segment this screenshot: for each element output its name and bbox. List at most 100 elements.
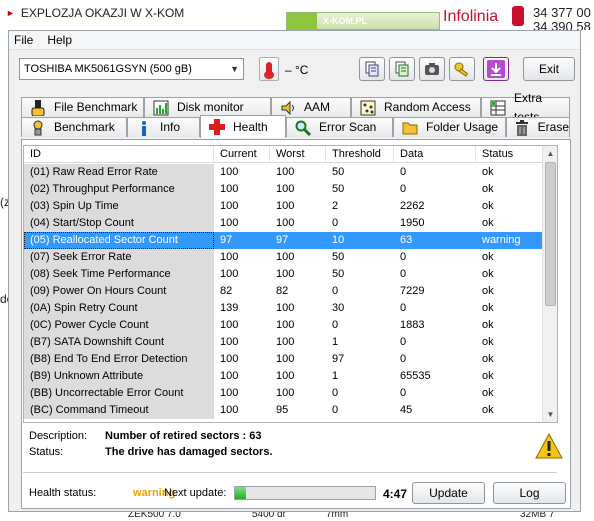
table-row[interactable]: (09) Power On Hours Count 82 82 0 7229 ok	[24, 283, 544, 300]
table-cell: ok	[482, 166, 494, 178]
banner-text: X-KOM.PL	[323, 16, 367, 26]
table-cell: ok	[482, 200, 494, 212]
tab-error-scan[interactable]: Error Scan	[286, 117, 393, 137]
table-cell: 100	[220, 336, 239, 348]
copy-button[interactable]	[359, 57, 385, 81]
exit-button[interactable]: Exit	[523, 57, 575, 81]
table-row[interactable]: (B9) Unknown Attribute 100 100 1 65535 ok	[24, 368, 544, 385]
tab-info[interactable]: Info	[127, 117, 200, 137]
column-header-status[interactable]: Status	[476, 146, 544, 163]
table-cell: 139	[220, 302, 239, 314]
table-cell: 1	[332, 370, 339, 382]
tab-health[interactable]: Health	[200, 115, 286, 138]
tab-label: File Benchmark	[54, 100, 138, 114]
table-cell: (B7) SATA Downshift Count	[24, 334, 214, 351]
tab-disk-monitor[interactable]: Disk monitor	[144, 97, 271, 117]
tab-aam[interactable]: AAM	[271, 97, 351, 117]
table-row[interactable]: (07) Seek Error Rate 100 100 50 0 ok	[24, 249, 544, 266]
file-benchmark-icon	[30, 99, 46, 116]
copy-icon	[365, 61, 379, 77]
table-cell: ok	[482, 353, 494, 365]
table-cell: 0	[400, 302, 407, 314]
scrollbar-thumb[interactable]	[545, 162, 556, 306]
copy-all-button[interactable]	[389, 57, 415, 81]
tab-label: Benchmark	[54, 120, 115, 134]
key-icon	[454, 62, 469, 77]
disk-monitor-icon	[153, 100, 169, 116]
column-header-worst[interactable]: Worst	[270, 146, 326, 163]
tab-erase[interactable]: Erase	[506, 117, 570, 137]
table-row[interactable]: (0A) Spin Retry Count 139 100 30 0 ok	[24, 300, 544, 317]
vertical-scrollbar[interactable]: ▲ ▼	[542, 146, 557, 422]
table-cell: 100	[276, 319, 295, 331]
phone-number-1: 34 377 00	[533, 5, 591, 20]
background-right-strip	[580, 30, 594, 510]
table-cell: ok	[482, 268, 494, 280]
promo-text: EXPLOZJA OKAZJI W X-KOM	[20, 6, 185, 20]
table-cell: 1950	[400, 217, 425, 229]
table-row[interactable]: (BB) Uncorrectable Error Count 100 100 0 0 ok	[24, 385, 544, 402]
background-header: ► EXPLOZJA OKAZJI W X-KOM X-KOM.PL Infol…	[0, 0, 594, 34]
scroll-down-icon[interactable]: ▼	[543, 407, 557, 422]
tab-benchmark[interactable]: Benchmark	[21, 117, 127, 137]
table-cell: 100	[220, 166, 239, 178]
table-cell: (05) Reallocated Sector Count	[24, 232, 214, 249]
download-icon	[487, 60, 505, 78]
background-bottom-text: ZEK500 7.0	[128, 512, 181, 520]
update-button[interactable]: Update	[412, 482, 485, 504]
table-cell: 100	[276, 302, 295, 314]
log-button[interactable]: Log	[493, 482, 566, 504]
screenshot-button[interactable]	[419, 57, 445, 81]
health-cross-icon	[209, 119, 225, 135]
table-cell: (B9) Unknown Attribute	[24, 368, 214, 385]
background-bottom-text: 32MB 7	[520, 512, 555, 520]
table-cell: ok	[482, 302, 494, 314]
table-cell: 100	[220, 387, 239, 399]
column-header-threshold[interactable]: Threshold	[326, 146, 394, 163]
table-row[interactable]: (01) Raw Read Error Rate 100 100 50 0 ok	[24, 164, 544, 181]
column-header-id[interactable]: ID	[24, 146, 214, 163]
scroll-up-icon[interactable]: ▲	[543, 146, 557, 161]
menu-file[interactable]: File	[14, 33, 33, 47]
camera-icon	[425, 63, 439, 75]
table-row[interactable]: (02) Throughput Performance 100 100 50 0 ok	[24, 181, 544, 198]
table-cell: 100	[220, 404, 239, 416]
options-button[interactable]	[449, 57, 475, 81]
drive-select[interactable]: TOSHIBA MK5061GSYN (500 gB) ▼	[19, 58, 244, 80]
table-row[interactable]: (04) Start/Stop Count 100 100 0 1950 ok	[24, 215, 544, 232]
xkom-banner[interactable]: X-KOM.PL	[286, 12, 440, 30]
speaker-icon	[280, 100, 296, 116]
status-label: Status:	[29, 446, 64, 458]
table-row[interactable]: (03) Spin Up Time 100 100 2 2262 ok	[24, 198, 544, 215]
table-cell: (02) Throughput Performance	[24, 181, 214, 198]
tab-random-access[interactable]: Random Access	[351, 97, 481, 117]
next-update-countdown: 4:47	[383, 487, 408, 501]
tab-extra-tests[interactable]: Extra tests	[481, 91, 570, 124]
table-cell: 100	[276, 370, 295, 382]
table-cell: 0	[332, 319, 339, 331]
menu-bar: File Help	[9, 31, 580, 50]
table-cell: 0	[400, 336, 407, 348]
table-row[interactable]: (05) Reallocated Sector Count 97 97 10 63 war…	[24, 232, 544, 249]
table-row[interactable]: (0C) Power Cycle Count 100 100 0 1883 ok	[24, 317, 544, 334]
table-row[interactable]: (08) Seek Time Performance 100 100 50 0 ok	[24, 266, 544, 283]
menu-help[interactable]: Help	[47, 33, 72, 47]
column-header-current[interactable]: Current	[214, 146, 270, 163]
smart-table[interactable]: ID Current Worst Threshold Data Status (…	[23, 145, 558, 423]
table-cell: 1883	[400, 319, 425, 331]
table-cell: 0	[332, 285, 339, 297]
table-row[interactable]: (B8) End To End Error Detection 100 100 97 0…	[24, 351, 544, 368]
infolinia-label: Infolinia	[443, 8, 499, 25]
promo-link[interactable]: ► EXPLOZJA OKAZJI W X-KOM	[6, 6, 184, 20]
magnifier-icon	[295, 120, 311, 136]
table-cell: ok	[482, 370, 494, 382]
save-button[interactable]	[483, 57, 509, 81]
column-header-data[interactable]: Data	[394, 146, 476, 163]
table-row[interactable]: (BC) Command Timeout 100 95 0 45 ok	[24, 402, 544, 419]
tab-folder-usage[interactable]: Folder Usage	[393, 117, 506, 137]
table-row[interactable]: (B7) SATA Downshift Count 100 100 1 0 ok	[24, 334, 544, 351]
banner-logo	[287, 13, 317, 29]
table-cell: ok	[482, 251, 494, 263]
table-cell: 50	[332, 251, 345, 263]
tab-file-benchmark[interactable]: File Benchmark	[21, 97, 144, 117]
